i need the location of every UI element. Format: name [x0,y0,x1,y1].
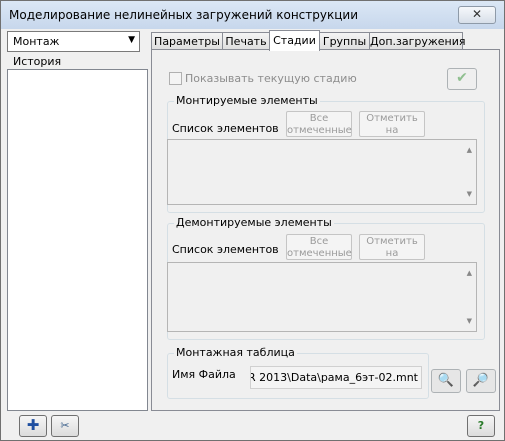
history-list[interactable] [7,69,148,411]
help-button[interactable]: ? [467,415,495,437]
mounted-elements-title: Монтируемые элементы [174,94,320,107]
plus-icon: ✚ [26,416,40,434]
dismounted-elements-list[interactable]: ▲ ▼ [167,262,477,332]
dismounted-elements-title: Демонтируемые элементы [174,216,334,229]
scroll-down-icon[interactable]: ▼ [467,190,472,198]
mount-table-title: Монтажная таблица [174,346,297,359]
tab-stages[interactable]: Стадии [269,30,320,51]
show-current-stage-checkbox[interactable] [169,72,182,85]
scissors-icon: ✂ [60,419,70,432]
cut-stage-button[interactable]: ✂ [51,415,79,437]
magnifier-icon: 🔎 [472,373,490,388]
file-name-field[interactable]: APR 2013\Data\рама_6эт-02.mnt [250,366,422,389]
tab-extra-loads[interactable]: Доп.загружения [369,32,466,50]
check-icon: ✔ [456,70,468,86]
folder-search-icon: 🔍 [437,373,455,388]
mode-combobox-value: Монтаж [13,35,60,48]
tab-groups[interactable]: Группы [319,32,370,50]
file-name-value: APR 2013\Data\рама_6эт-02.mnt [250,371,418,384]
close-button[interactable]: ✕ [458,6,496,24]
mounted-elements-list[interactable]: ▲ ▼ [167,139,477,205]
browse-file-button[interactable]: 🔍 [431,369,461,393]
mounted-all-marked-button[interactable]: Все отмеченные [286,111,352,137]
dismounted-mark-on-scheme-button[interactable]: Отметить на схеме [359,234,425,271]
tab-print[interactable]: Печать [222,32,270,50]
scroll-down-icon[interactable]: ▼ [467,317,472,325]
apply-button[interactable]: ✔ [447,68,477,90]
title-bar: Моделирование нелинейных загружений конс… [1,1,504,29]
chevron-down-icon: ▼ [128,35,135,45]
mounted-list-label: Список элементов [172,122,279,135]
dismounted-all-marked-button[interactable]: Все отмеченные [286,234,352,260]
window-title: Моделирование нелинейных загружений конс… [9,8,358,22]
tab-parameters[interactable]: Параметры [151,32,223,50]
add-stage-button[interactable]: ✚ [19,415,47,437]
history-label: История [13,55,62,68]
scroll-up-icon[interactable]: ▲ [467,146,472,154]
view-table-button[interactable]: 🔎 [466,369,496,393]
mounted-mark-on-scheme-button[interactable]: Отметить на схеме [359,111,425,148]
mode-combobox[interactable]: Монтаж ▼ [7,31,140,52]
scroll-up-icon[interactable]: ▲ [467,269,472,277]
dismounted-list-label: Список элементов [172,243,279,256]
help-icon: ? [477,419,485,432]
dialog-window: Моделирование нелинейных загружений конс… [0,0,505,441]
file-name-label: Имя Файла [172,368,236,381]
show-current-stage-label: Показывать текущую стадию [185,72,357,85]
